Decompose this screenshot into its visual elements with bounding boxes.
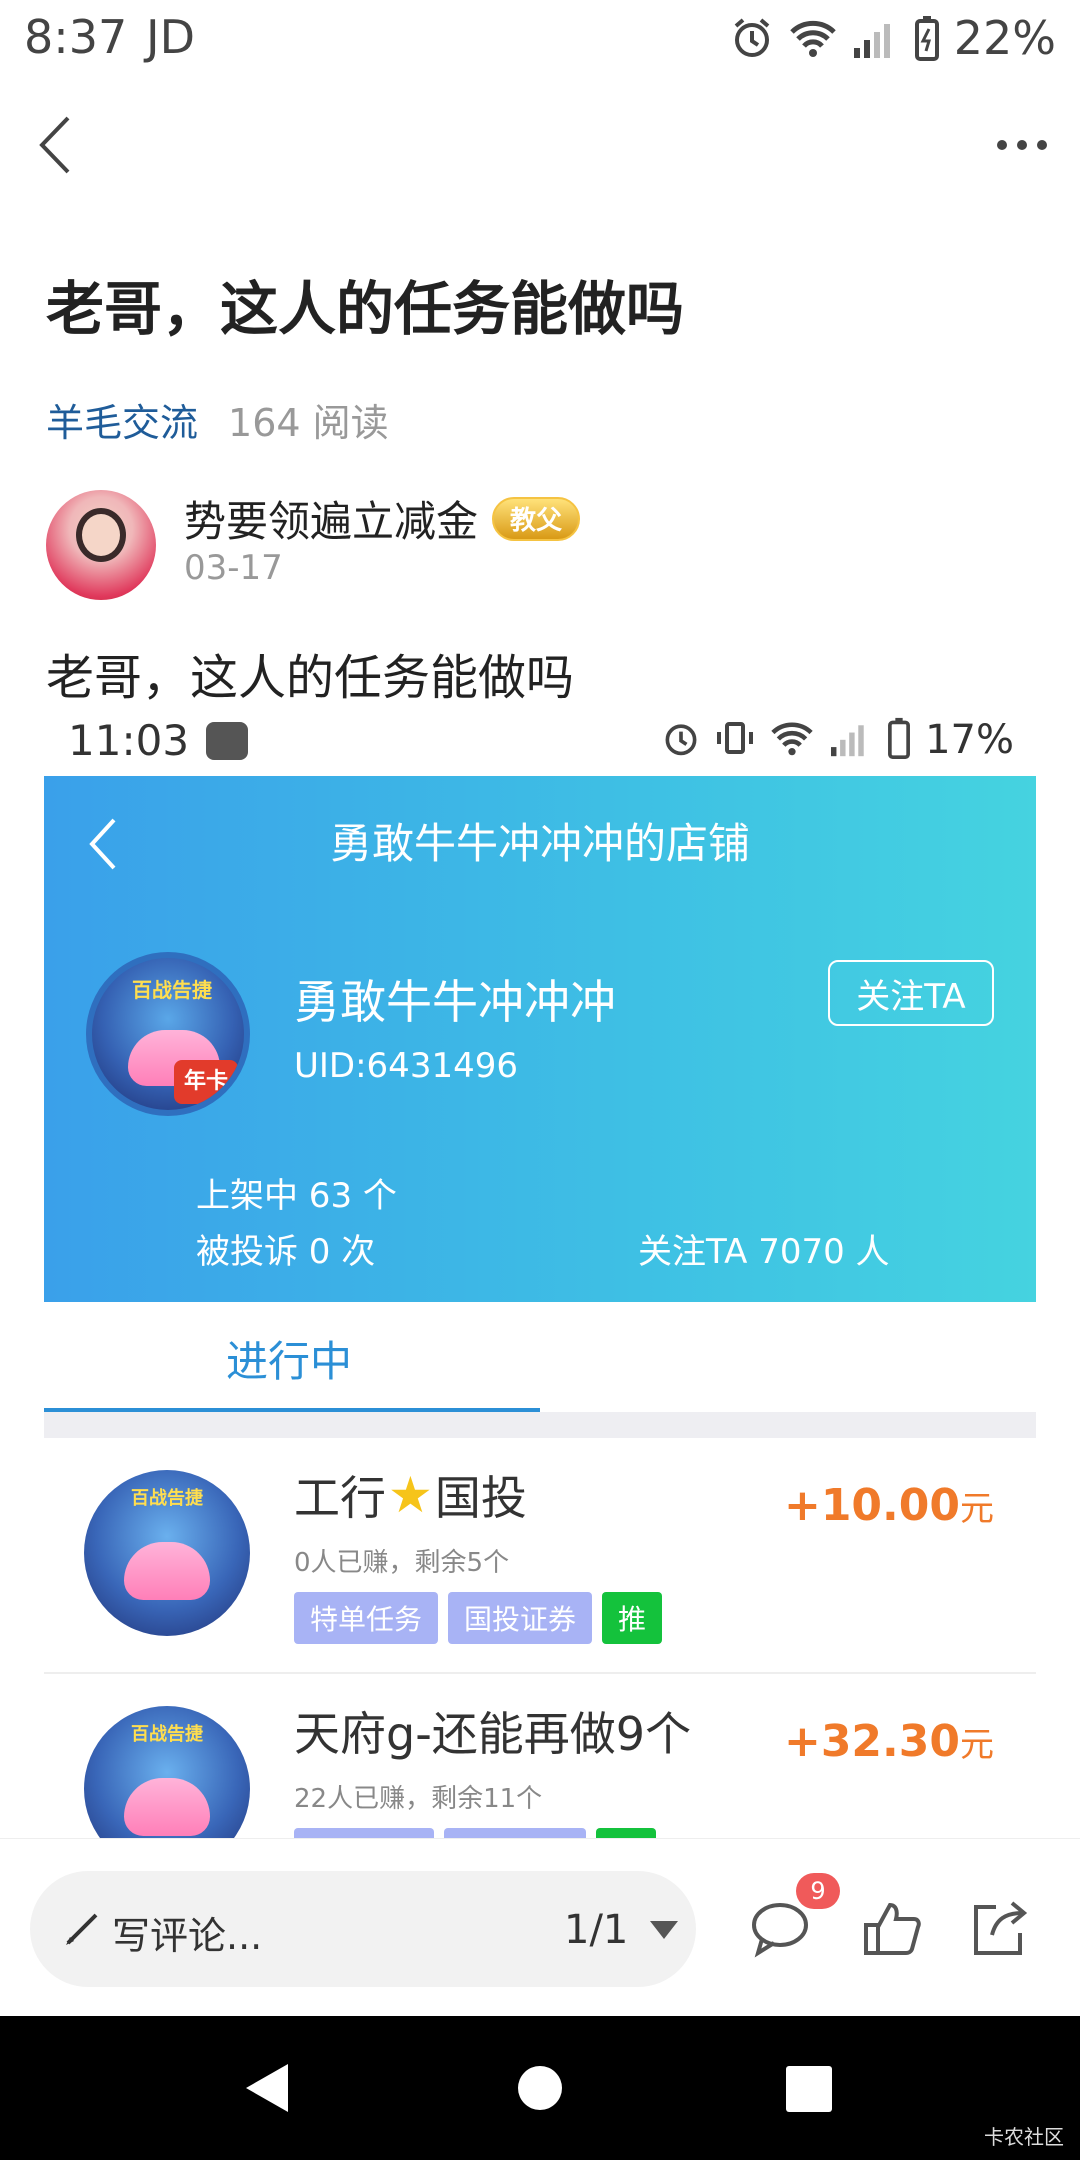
task-avatar: 百战告捷 — [84, 1470, 250, 1636]
task-price-value: +32.30 — [783, 1716, 960, 1767]
shop-name: 勇敢牛牛冲冲冲 — [294, 975, 616, 1029]
comment-placeholder: 写评论... — [112, 1914, 263, 1958]
annual-card-tag: 年卡 — [174, 1060, 238, 1104]
shop-header: 勇敢牛牛冲冲冲的店铺 百战告捷 年卡 勇敢牛牛冲冲冲 UID:6431496 关… — [44, 776, 1036, 1302]
cake-icon — [124, 1778, 210, 1836]
task-avatar: 百战告捷 — [84, 1706, 250, 1840]
avatar-banner-text: 百战告捷 — [131, 1488, 203, 1509]
task-price-unit: 元 — [960, 1725, 994, 1765]
author-name-row: 势要领遍立减金 教父 — [184, 488, 581, 549]
author-badge: 教父 — [492, 496, 581, 541]
watermark: 卡农社区 — [984, 2125, 1064, 2149]
shop-uid: UID:6431496 — [294, 1046, 518, 1086]
embedded-battery-percent: 17% — [925, 717, 1014, 763]
like-icon[interactable] — [860, 1897, 924, 1961]
author-avatar[interactable] — [46, 490, 156, 600]
complaint-count: 被投诉 0 次 — [196, 1232, 376, 1272]
chevron-down-icon[interactable] — [650, 1921, 678, 1939]
post-read-count: 164 阅读 — [228, 401, 389, 445]
task-tags: 特单任务 国投证券 推 — [294, 1592, 663, 1644]
embedded-status-bar: 11:03 17% — [44, 700, 1036, 778]
signal-icon — [829, 718, 873, 762]
task-price: +10.00元 — [784, 1480, 994, 1531]
status-right: 22% — [730, 8, 1056, 68]
task-name-part: 工行 — [294, 1471, 386, 1525]
author-name[interactable]: 势要领遍立减金 — [184, 488, 478, 549]
comment-icon[interactable] — [748, 1897, 812, 1961]
cake-icon — [124, 1542, 210, 1600]
notification-icon — [206, 722, 248, 760]
nav-home-icon[interactable] — [518, 2066, 562, 2114]
shop-tabs: 进行中 — [44, 1302, 1036, 1412]
signal-icon — [852, 16, 900, 60]
task-row: 百战告捷 工行 ★ 国投 0人已赚，剩余5个 特单任务 国投证券 推 +10.0… — [44, 1438, 1036, 1674]
page-indicator[interactable]: 1/1 — [564, 1907, 628, 1953]
section-separator — [44, 1412, 1036, 1438]
embedded-status-right: 17% — [661, 710, 1014, 770]
listed-count: 上架中 63 个 — [196, 1176, 397, 1216]
task-price-unit: 元 — [960, 1489, 994, 1529]
status-carrier: JD — [146, 10, 195, 64]
task-tag-recommend: 推 — [602, 1592, 663, 1644]
comment-count-badge: 9 — [796, 1873, 840, 1909]
post-category-link[interactable]: 羊毛交流 — [46, 392, 198, 447]
task-price-value: +10.00 — [783, 1480, 960, 1531]
task-earned: 0人已赚，剩余5个 — [294, 1548, 510, 1578]
post-detail-screen: 8:37 JD 22% 老哥，这人的任务能做吗 羊毛交流 164 阅读 势要领遍… — [0, 0, 1080, 2160]
task-name: 工行 ★ 国投 — [294, 1462, 527, 1528]
task-row: 百战告捷 天府g-还能再做9个 22人已赚，剩余11个 +32.30元 — [44, 1674, 1036, 1840]
comment-input[interactable]: 写评论... 1/1 — [30, 1871, 696, 1987]
nav-recents-icon[interactable] — [786, 2066, 832, 2116]
task-name-part: 天府g-还能再做9个 — [294, 1707, 692, 1761]
task-tag: 特单任务 — [294, 1592, 439, 1644]
task-tag: 国投证券 — [448, 1592, 593, 1644]
pencil-icon — [60, 1903, 108, 1951]
follow-button: 关注TA — [828, 960, 994, 1026]
battery-icon — [887, 717, 911, 763]
status-bar: 8:37 JD 22% — [0, 0, 1080, 78]
post-date: 03-17 — [184, 548, 283, 588]
alarm-icon — [661, 718, 701, 762]
task-name-part: 国投 — [434, 1471, 527, 1525]
task-price: +32.30元 — [784, 1716, 994, 1767]
task-name: 天府g-还能再做9个 — [294, 1698, 691, 1764]
nav-back-icon[interactable] — [244, 2062, 290, 2118]
back-button[interactable] — [28, 110, 88, 180]
share-icon[interactable] — [966, 1897, 1030, 1961]
battery-icon — [914, 15, 940, 61]
embedded-status-time: 11:03 — [68, 716, 190, 765]
status-time: 8:37 — [24, 10, 128, 64]
wifi-icon — [769, 718, 815, 762]
shop-page-title: 勇敢牛牛冲冲冲的店铺 — [329, 819, 750, 868]
battery-percent: 22% — [953, 11, 1056, 65]
tab-in-progress: 进行中 — [226, 1337, 353, 1386]
post-title: 老哥，这人的任务能做吗 — [46, 275, 685, 343]
post-meta: 羊毛交流 164 阅读 — [46, 392, 389, 447]
post-body: 老哥，这人的任务能做吗 — [46, 650, 575, 706]
alarm-icon — [730, 16, 774, 60]
top-nav — [0, 90, 1080, 200]
avatar-banner-text: 百战告捷 — [132, 978, 212, 1002]
star-icon: ★ — [388, 1466, 433, 1524]
task-earned: 22人已赚，剩余11个 — [294, 1784, 543, 1814]
vibrate-icon — [715, 718, 755, 762]
author-row: 势要领遍立减金 教父 03-17 — [46, 488, 1006, 608]
system-nav-bar: 卡农社区 — [0, 2016, 1080, 2160]
shop-avatar: 百战告捷 年卡 — [86, 952, 250, 1116]
embedded-screenshot[interactable]: 11:03 17% 勇敢牛牛冲冲冲的店铺 百战告捷 年卡 勇敢牛牛冲冲冲 UID… — [44, 700, 1036, 1840]
comment-bar: 写评论... 1/1 9 — [0, 1838, 1080, 2016]
more-options-button[interactable] — [992, 120, 1052, 170]
avatar-banner-text: 百战告捷 — [131, 1724, 203, 1745]
wifi-icon — [788, 16, 838, 60]
follower-count: 关注TA 7070 人 — [638, 1232, 890, 1272]
